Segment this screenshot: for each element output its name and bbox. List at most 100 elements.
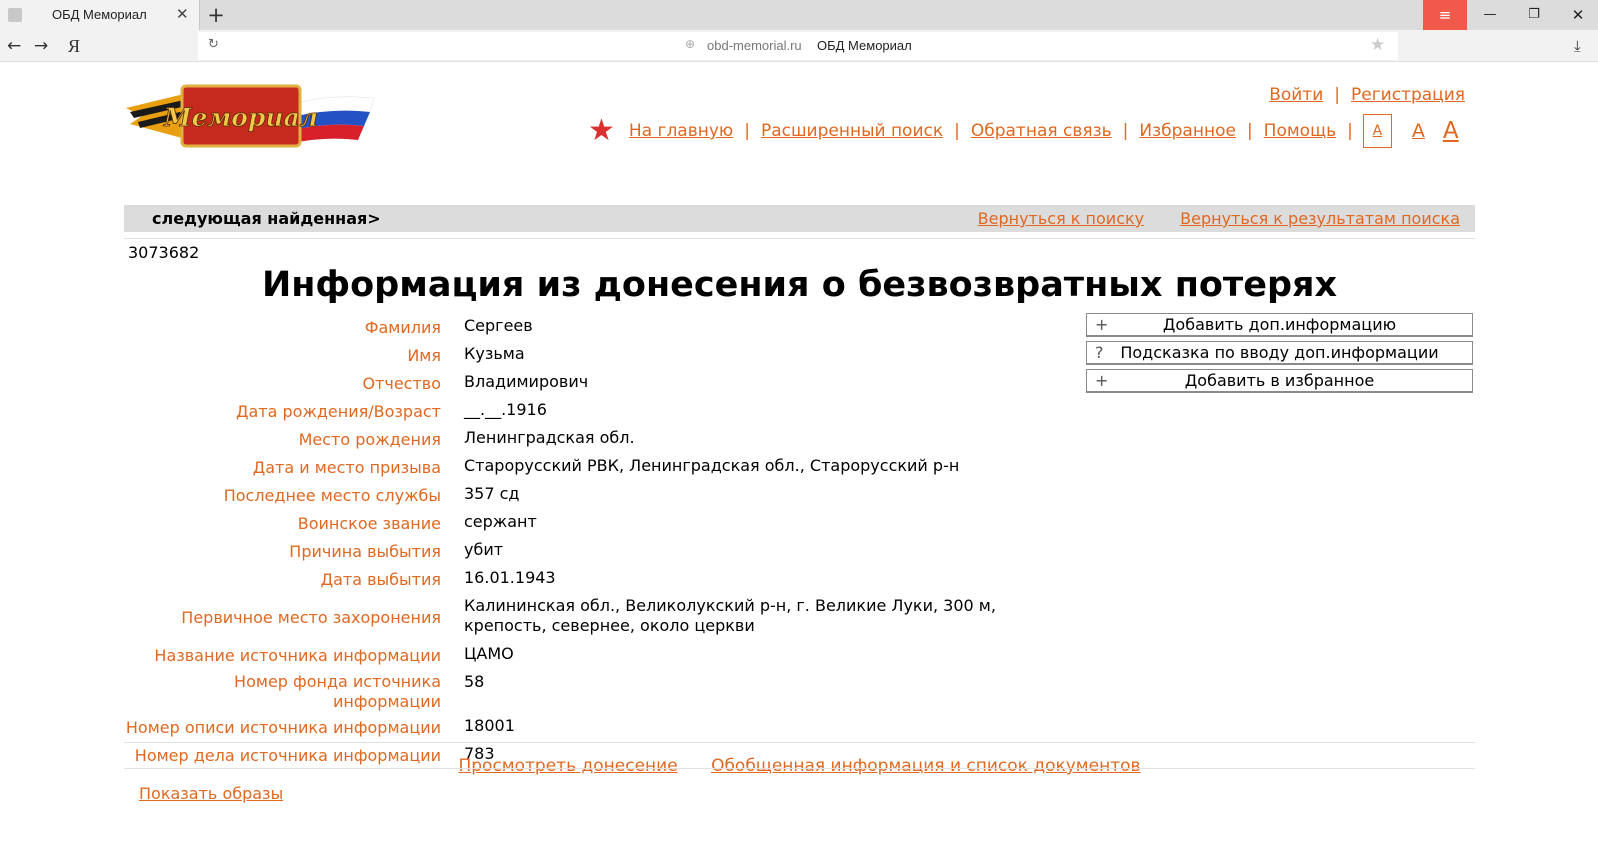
tab-title: ОБД Мемориал bbox=[52, 7, 147, 22]
add-to-favorites-button[interactable]: + Добавить в избранное bbox=[1086, 369, 1473, 393]
favicon-icon bbox=[8, 8, 22, 22]
field-row: Причина выбытия убит bbox=[124, 536, 1051, 564]
record-nav-bar: следующая найденная> Вернуться к поиску В… bbox=[124, 205, 1475, 232]
field-value: Старорусский РВК, Ленинградская обл., Ст… bbox=[464, 456, 960, 475]
add-info-button[interactable]: + Добавить доп.информацию bbox=[1086, 313, 1473, 337]
close-tab-icon[interactable]: ✕ bbox=[176, 5, 189, 23]
record-actions: + Добавить доп.информацию ? Подсказка по… bbox=[1086, 313, 1473, 397]
nav-favorites[interactable]: Избранное bbox=[1139, 121, 1236, 141]
window-close-button[interactable]: ✕ bbox=[1556, 0, 1598, 30]
separator: | bbox=[1347, 121, 1353, 141]
field-label: Первичное место захоронения bbox=[181, 608, 441, 627]
register-link[interactable]: Регистрация bbox=[1351, 85, 1465, 105]
field-label: Последнее место службы bbox=[223, 486, 441, 505]
url-host: obd-memorial.ru bbox=[707, 38, 802, 53]
field-label: Номер фонда источника информации bbox=[234, 672, 441, 711]
field-label: Дата и место призыва bbox=[252, 458, 441, 477]
nav-help[interactable]: Помощь bbox=[1264, 121, 1336, 141]
nav-home[interactable]: На главную bbox=[629, 121, 733, 141]
forward-arrow-icon[interactable]: → bbox=[34, 36, 48, 56]
field-label: Воинское звание bbox=[297, 514, 441, 533]
field-label: Причина выбытия bbox=[289, 542, 441, 561]
font-size-small-button[interactable]: А bbox=[1362, 114, 1392, 148]
field-label: Фамилия bbox=[364, 318, 441, 337]
field-value: 16.01.1943 bbox=[464, 568, 556, 587]
minimize-button[interactable]: — bbox=[1468, 0, 1512, 30]
field-row: Воинское звание сержант bbox=[124, 508, 1051, 536]
font-size-large-button[interactable]: А bbox=[1443, 118, 1459, 144]
new-tab-button[interactable]: + bbox=[204, 2, 228, 28]
download-icon[interactable]: ⤓ bbox=[1574, 37, 1581, 55]
field-label: Номер описи источника информации bbox=[125, 718, 441, 737]
divider bbox=[124, 238, 1475, 239]
field-row: Отчество Владимирович bbox=[124, 368, 1051, 396]
separator: | bbox=[744, 121, 750, 141]
field-label: Дата выбытия bbox=[320, 570, 441, 589]
field-row: Номер фонда источника информации 58 bbox=[124, 668, 1051, 712]
field-label: Место рождения bbox=[298, 430, 441, 449]
field-label: Отчество bbox=[362, 374, 441, 393]
field-row: Название источника информации ЦАМО bbox=[124, 640, 1051, 668]
nav-feedback[interactable]: Обратная связь bbox=[971, 121, 1112, 141]
field-value: сержант bbox=[464, 512, 537, 531]
field-value: Кузьма bbox=[464, 344, 525, 363]
address-bar: ← → Я ↻ ⊕ obd-memorial.ru ОБД Мемориал ★… bbox=[0, 30, 1598, 62]
field-value: 58 bbox=[464, 672, 485, 691]
browser-tab-strip: ОБД Мемориал ✕ + ≡ — ❐ ✕ bbox=[0, 0, 1598, 30]
field-label: Дата рождения/Возраст bbox=[235, 402, 441, 421]
back-to-results-link[interactable]: Вернуться к результатам поиска bbox=[1180, 209, 1460, 228]
input-hint-button[interactable]: ? Подсказка по вводу доп.информации bbox=[1086, 341, 1473, 365]
field-row: Дата и место призыва Старорусский РВК, Ле… bbox=[124, 452, 1051, 480]
summary-documents-link[interactable]: Обобщенная информация и список документо… bbox=[711, 756, 1140, 776]
memorial-logo[interactable]: Мемориал bbox=[124, 80, 382, 154]
view-report-link[interactable]: Просмотреть донесение bbox=[458, 756, 677, 776]
field-row: Имя Кузьма bbox=[124, 340, 1051, 368]
font-size-medium-button[interactable]: А bbox=[1412, 120, 1425, 142]
show-images-link[interactable]: Показать образы bbox=[139, 784, 283, 803]
separator: | bbox=[954, 121, 960, 141]
field-row: Дата выбытия 16.01.1943 bbox=[124, 564, 1051, 592]
red-star-icon: ★ bbox=[588, 113, 615, 148]
url-field[interactable]: ↻ ⊕ obd-memorial.ru ОБД Мемориал ★ bbox=[198, 32, 1398, 60]
field-row: Номер описи источника информации 18001 bbox=[124, 712, 1051, 740]
question-icon: ? bbox=[1095, 343, 1104, 362]
plus-icon: + bbox=[1095, 371, 1109, 390]
field-row: Место рождения Ленинградская обл. bbox=[124, 424, 1051, 452]
field-row: Первичное место захоронения Калининская о… bbox=[124, 592, 1051, 640]
back-links: Вернуться к поиску Вернуться к результата… bbox=[942, 209, 1460, 228]
bottom-links: Просмотреть донесение Обобщенная информа… bbox=[124, 756, 1475, 776]
divider bbox=[124, 768, 1475, 769]
bookmark-star-icon[interactable]: ★ bbox=[1370, 35, 1385, 55]
page-title: Информация из донесения о безвозвратных … bbox=[261, 265, 1338, 305]
field-value: 357 сд bbox=[464, 484, 520, 503]
browser-menu-button[interactable]: ≡ bbox=[1423, 0, 1467, 30]
browser-tab[interactable]: ОБД Мемориал ✕ bbox=[0, 0, 200, 30]
field-value: убит bbox=[464, 540, 504, 559]
reload-icon[interactable]: ↻ bbox=[208, 37, 219, 52]
field-value: Владимирович bbox=[464, 372, 589, 391]
field-label: Название источника информации bbox=[154, 646, 441, 665]
svg-text:Мемориал: Мемориал bbox=[163, 103, 318, 132]
yandex-logo[interactable]: Я bbox=[68, 36, 80, 57]
field-value: __.__.1916 bbox=[464, 400, 547, 419]
next-found-link[interactable]: следующая найденная> bbox=[152, 209, 381, 228]
plus-icon: + bbox=[1095, 315, 1109, 334]
separator: | bbox=[1246, 121, 1253, 141]
record-fields: Фамилия Сергеев Имя Кузьма Отчество Владимиро… bbox=[124, 312, 1051, 768]
back-arrow-icon[interactable]: ← bbox=[7, 36, 21, 56]
field-row: Фамилия Сергеев bbox=[124, 312, 1051, 340]
field-row: Дата рождения/Возраст __.__.1916 bbox=[124, 396, 1051, 424]
add-to-favorites-label: Добавить в избранное bbox=[1184, 371, 1375, 390]
maximize-button[interactable]: ❐ bbox=[1512, 0, 1556, 30]
nav-advanced-search[interactable]: Расширенный поиск bbox=[761, 121, 943, 141]
input-hint-label: Подсказка по вводу доп.информации bbox=[1120, 343, 1439, 362]
field-value: 18001 bbox=[464, 716, 515, 735]
back-to-search-link[interactable]: Вернуться к поиску bbox=[978, 209, 1145, 228]
globe-icon: ⊕ bbox=[685, 37, 696, 51]
login-link[interactable]: Войти bbox=[1269, 85, 1323, 105]
field-value: Ленинградская обл. bbox=[464, 428, 635, 447]
field-label: Имя bbox=[407, 346, 441, 365]
account-links: Войти | Регистрация bbox=[1269, 85, 1465, 105]
url-page-title: ОБД Мемориал bbox=[817, 38, 912, 53]
separator: | bbox=[1122, 121, 1129, 141]
